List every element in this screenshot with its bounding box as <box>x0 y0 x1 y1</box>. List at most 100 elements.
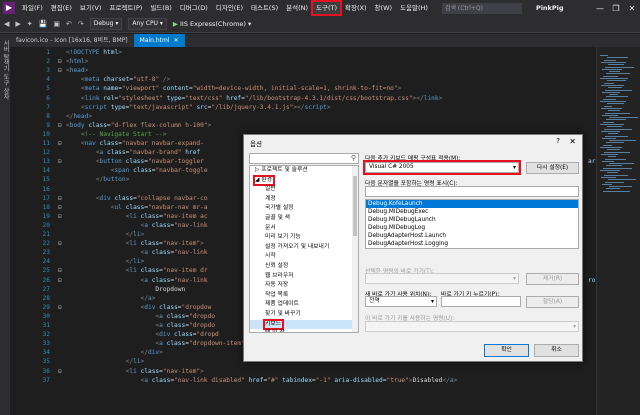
command-list-item[interactable]: Debug.MIDebugLaunch <box>366 216 578 224</box>
selected-command-shortcuts-select[interactable]: ▾ <box>365 273 519 284</box>
tree-item[interactable]: 키보드 <box>250 318 358 331</box>
tree-item[interactable]: 문서 <box>250 224 358 234</box>
code-line[interactable]: 9 ⊟ <body class="d-flex flex-column h-100"… <box>10 121 596 130</box>
keyboard-scheme-select[interactable]: Visual C# 2005 ▾ <box>363 160 521 175</box>
menu-item[interactable]: 도구(T) <box>311 0 343 16</box>
help-icon[interactable]: ? <box>556 137 560 145</box>
fold-toggle-icon[interactable]: ⊟ <box>58 276 62 285</box>
menu-item[interactable]: 디버그(D) <box>176 1 212 15</box>
menu-item[interactable]: 테스트(S) <box>247 1 282 15</box>
fold-toggle-icon[interactable]: ⊟ <box>58 212 62 221</box>
command-list-item[interactable]: DebugAdapterHost.Launch <box>366 232 578 240</box>
tree-item[interactable]: 웹 브라우저 <box>250 272 358 282</box>
tree-item[interactable]: 작업 목록 <box>250 291 358 301</box>
forward-icon[interactable]: ▶ <box>15 20 20 28</box>
command-list-item[interactable]: Debug.KofeLaunch <box>366 200 578 208</box>
save-icon[interactable]: 💾 <box>39 20 48 28</box>
dialog-close-icon[interactable]: ✕ <box>569 137 576 146</box>
fold-toggle-icon[interactable]: ⊟ <box>58 194 62 203</box>
code-line[interactable]: 37 <a class="nav-link disabled" href="#"… <box>10 376 596 385</box>
close-icon[interactable]: ✕ <box>624 4 640 13</box>
fold-toggle-icon[interactable]: ⊟ <box>58 239 62 248</box>
options-tree[interactable]: ▷ 프로젝트 및 솔루션 ◢ 환경 일반 계정 국가별 설정 글꼴 및 색 문서 미리 보기 … <box>249 165 359 333</box>
menu-item[interactable]: 디자인(E) <box>212 1 247 15</box>
code-line[interactable]: 3 ⊟ <head> <box>10 66 596 75</box>
new-item-icon[interactable]: ✦ <box>27 20 33 28</box>
tab-main-html[interactable]: Main.html ✕ <box>133 34 185 47</box>
close-tab-icon[interactable]: ✕ <box>174 37 179 44</box>
quick-launch-search-input[interactable]: 검색 (Ctrl+Q) <box>441 2 522 14</box>
solution-config-select[interactable]: Debug ▾ <box>89 18 123 30</box>
assign-button[interactable]: 할당(A) <box>526 296 579 308</box>
options-search-input[interactable]: ⚲ <box>249 153 359 164</box>
fold-toggle-icon[interactable]: ⊟ <box>58 367 62 376</box>
menu-item[interactable]: 빌드(B) <box>146 1 176 15</box>
code-line[interactable]: 36 ⊟ <li class="nav-item"> <box>10 367 596 376</box>
reset-button[interactable]: 다시 설정(E) <box>526 162 579 174</box>
press-shortcut-input[interactable] <box>441 296 521 307</box>
code-line[interactable]: 2 ⊟ <html> <box>10 57 596 66</box>
cancel-button[interactable]: 취소 <box>534 344 579 357</box>
platform-select[interactable]: Any CPU ▾ <box>128 18 167 30</box>
redo-icon[interactable]: ↷ <box>78 20 84 28</box>
fold-toggle-icon[interactable]: ⊟ <box>58 157 62 166</box>
code-line[interactable]: 5 <meta name="viewport" content="width=d… <box>10 84 596 93</box>
tree-item[interactable]: 미리 보기 기능 <box>250 233 358 243</box>
tree-scrollbar[interactable] <box>352 166 358 332</box>
tree-item[interactable]: 탭 및 창 <box>250 329 358 332</box>
tree-item[interactable]: 설정 가져오기 및 내보내기 <box>250 243 358 253</box>
menu-item[interactable]: 확장(X) <box>341 1 371 15</box>
tree-item[interactable]: 자동 저장 <box>250 281 358 291</box>
tab-favicon[interactable]: favicon.ico - Icon [16x16, 8비트, BMP] <box>10 34 134 47</box>
menu-item[interactable]: 파일(F) <box>18 1 47 15</box>
code-line[interactable]: 4 <meta charset="utf-8" /> <box>10 75 596 84</box>
remove-button[interactable]: 제거(R) <box>526 273 579 285</box>
fold-toggle-icon[interactable]: ⊟ <box>58 303 62 312</box>
tree-item[interactable]: 글꼴 및 색 <box>250 214 358 224</box>
undo-icon[interactable]: ↶ <box>66 20 72 28</box>
code-line[interactable]: 1 <!DOCTYPE html> <box>10 48 596 57</box>
code-line[interactable]: 6 <link rel="stylesheet" type="text/css"… <box>10 94 596 103</box>
fold-toggle-icon[interactable]: ⊟ <box>58 121 62 130</box>
menu-item[interactable]: 프로젝트(P) <box>105 1 146 15</box>
user-name[interactable]: PinkPig <box>536 4 564 12</box>
command-list-item[interactable]: Debug.MIDebugExec <box>366 208 578 216</box>
minimize-icon[interactable]: — <box>592 4 608 13</box>
command-list[interactable]: Debug.KofeLaunch Debug.MIDebugExec Debug.M… <box>365 199 579 249</box>
currently-used-select[interactable]: ▾ <box>365 321 579 332</box>
tree-item[interactable]: 제품 업데이트 <box>250 300 358 310</box>
save-all-icon[interactable]: ▣ <box>53 20 60 28</box>
maximize-icon[interactable]: ❐ <box>608 4 624 13</box>
ok-button[interactable]: 확인 <box>484 344 529 357</box>
use-new-shortcut-select[interactable]: 전역 ▾ <box>365 296 437 307</box>
code-line[interactable]: 8 </head> <box>10 112 596 121</box>
tree-item[interactable]: 계정 <box>250 195 358 205</box>
menu-item[interactable]: 분석(N) <box>282 1 312 15</box>
menu-item[interactable]: 편집(E) <box>47 1 76 15</box>
fold-toggle-icon[interactable]: ⊟ <box>58 266 62 275</box>
code-line[interactable]: 7 <script type="text/javascript" src="/l… <box>10 103 596 112</box>
menu-item[interactable]: 도움말(H) <box>396 1 432 15</box>
tree-item[interactable]: 일반 <box>250 185 358 195</box>
command-list-item[interactable]: Debug.MIDebugLog <box>366 224 578 232</box>
server-explorer-toolbox-tab[interactable]: 서버 탐색기 도구 상자 <box>1 40 10 100</box>
minimap[interactable] <box>596 47 640 415</box>
tree-item[interactable]: ▷ 프로젝트 및 솔루션 <box>250 166 358 176</box>
fold-toggle-icon[interactable]: ⊟ <box>58 66 62 75</box>
tree-item[interactable]: 신뢰 설정 <box>250 262 358 272</box>
tree-item[interactable]: ◢ 환경 <box>250 174 358 187</box>
menu-item[interactable]: 보기(V) <box>76 1 105 15</box>
tree-item[interactable]: 국가별 설정 <box>250 204 358 214</box>
fold-toggle-icon[interactable]: ⊟ <box>58 139 62 148</box>
command-list-item[interactable]: Debug.스트립.보기 <box>366 248 578 249</box>
tree-item[interactable]: 시작 <box>250 252 358 262</box>
fold-toggle-icon[interactable]: ⊟ <box>58 57 62 66</box>
back-icon[interactable]: ◀ <box>4 20 9 28</box>
command-filter-input[interactable] <box>365 186 579 197</box>
fold-toggle-icon[interactable]: ⊟ <box>58 203 62 212</box>
menu-item[interactable]: 창(W) <box>371 1 396 15</box>
run-button[interactable]: ▶ IIS Express(Chrome) ▾ <box>173 20 251 28</box>
command-list-item[interactable]: DebugAdapterHost.Logging <box>366 240 578 248</box>
visual-studio-logo-icon[interactable]: ▶ <box>3 2 15 14</box>
tree-item[interactable]: 찾기 및 바꾸기 <box>250 310 358 320</box>
